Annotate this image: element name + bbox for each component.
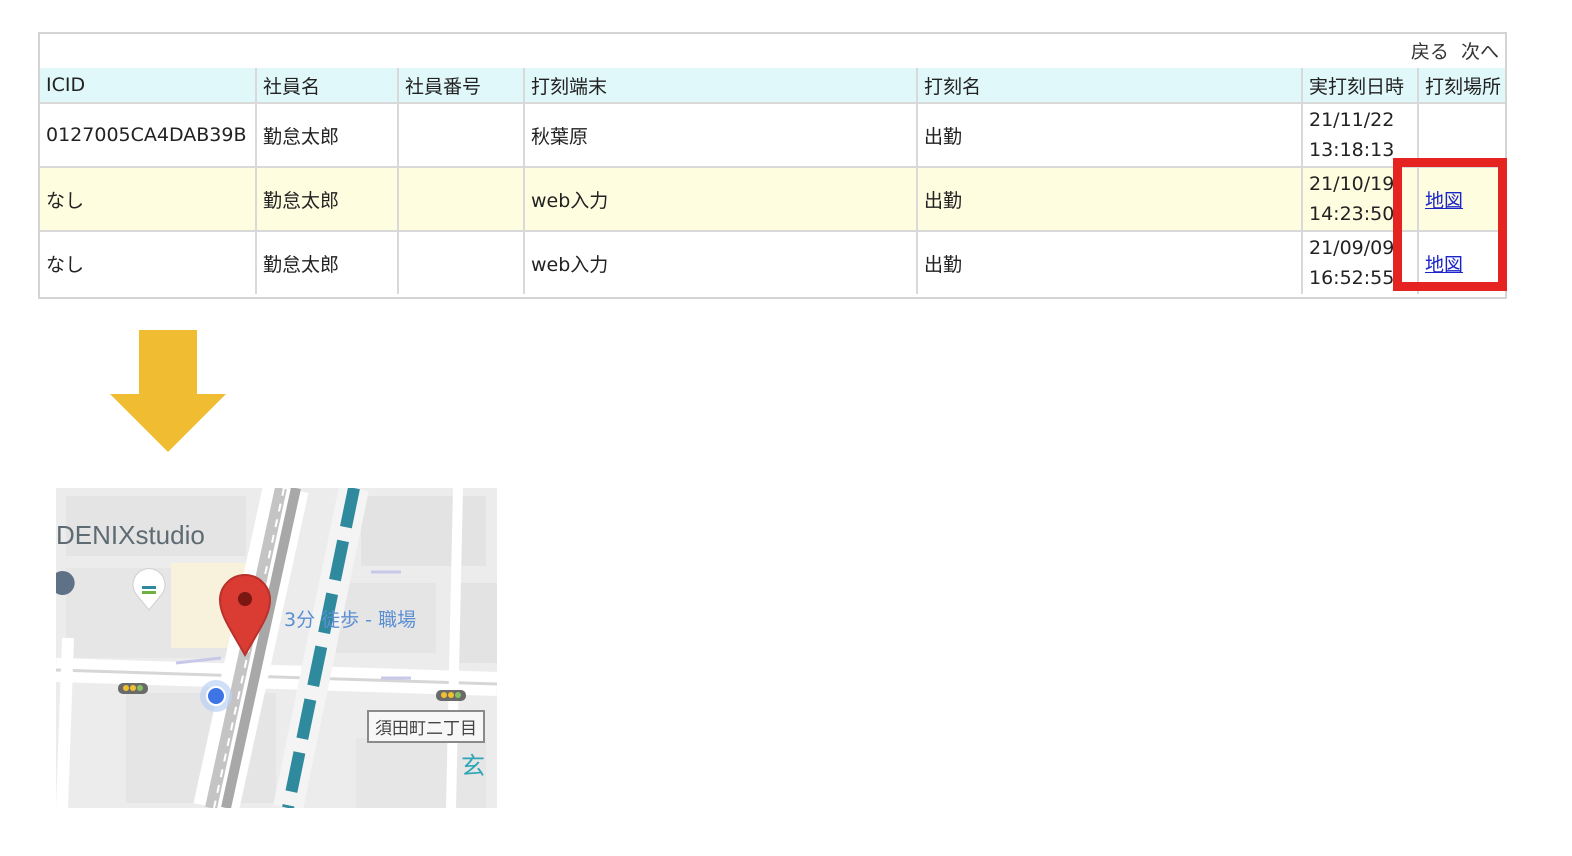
cell-terminal: web入力 [523,166,918,232]
col-header-icid[interactable]: ICID [40,68,257,104]
cell-icid: なし [40,166,257,232]
cell-date: 21/11/22 [1309,109,1395,131]
table-row: なし 勤怠太郎 web入力 出勤 21/10/19 14:23:50 地図 [40,166,1505,232]
cell-employee-number [397,166,525,232]
street-label: 須田町二丁目 [367,710,485,743]
cell-punch-name: 出勤 [916,230,1303,294]
map-preview[interactable]: DENIXstudio 3分 徒歩 - 職場 須田町二丁目 玄 [56,488,497,808]
col-header-datetime[interactable]: 実打刻日時 [1301,68,1419,104]
punch-log-table: ICID 社員名 社員番号 打刻端末 打刻名 実打刻日時 打刻場所 012700… [40,68,1505,294]
cell-employee-name: 勤怠太郎 [255,102,399,168]
col-header-terminal[interactable]: 打刻端末 [523,68,918,104]
cell-icid: 0127005CA4DAB39B [40,102,257,168]
cell-terminal: web入力 [523,230,918,294]
table-header-row: ICID 社員名 社員番号 打刻端末 打刻名 実打刻日時 打刻場所 [40,68,1505,104]
cell-employee-name: 勤怠太郎 [255,230,399,294]
map-place-title: DENIXstudio [56,520,205,550]
arrow-down-icon [110,330,226,452]
col-header-punch-name[interactable]: 打刻名 [916,68,1303,104]
cell-icid: なし [40,230,257,294]
table-row: なし 勤怠太郎 web入力 出勤 21/09/09 16:52:55 地図 [40,230,1505,294]
cell-employee-number [397,230,525,294]
highlight-callout-box [1393,158,1507,291]
back-link[interactable]: 戻る [1411,41,1449,63]
cell-punch-name: 出勤 [916,102,1303,168]
table-row: 0127005CA4DAB39B 勤怠太郎 秋葉原 出勤 21/11/22 13… [40,102,1505,168]
cell-employee-name: 勤怠太郎 [255,166,399,232]
col-header-employee-name[interactable]: 社員名 [255,68,399,104]
walk-route-label: 3分 徒歩 - 職場 [284,609,417,631]
current-location-icon [200,680,232,712]
col-header-employee-number[interactable]: 社員番号 [397,68,525,104]
punch-log-panel: 戻る 次へ ICID 社員名 社員番号 打刻端末 打刻名 実打刻日時 打刻場所 … [38,32,1507,299]
col-header-place[interactable]: 打刻場所 [1417,68,1505,104]
next-link[interactable]: 次へ [1461,41,1499,63]
station-label: 玄 [461,752,485,780]
cell-punch-name: 出勤 [916,166,1303,232]
pager: 戻る 次へ [1405,38,1499,66]
cell-terminal: 秋葉原 [523,102,918,168]
cell-employee-number [397,102,525,168]
